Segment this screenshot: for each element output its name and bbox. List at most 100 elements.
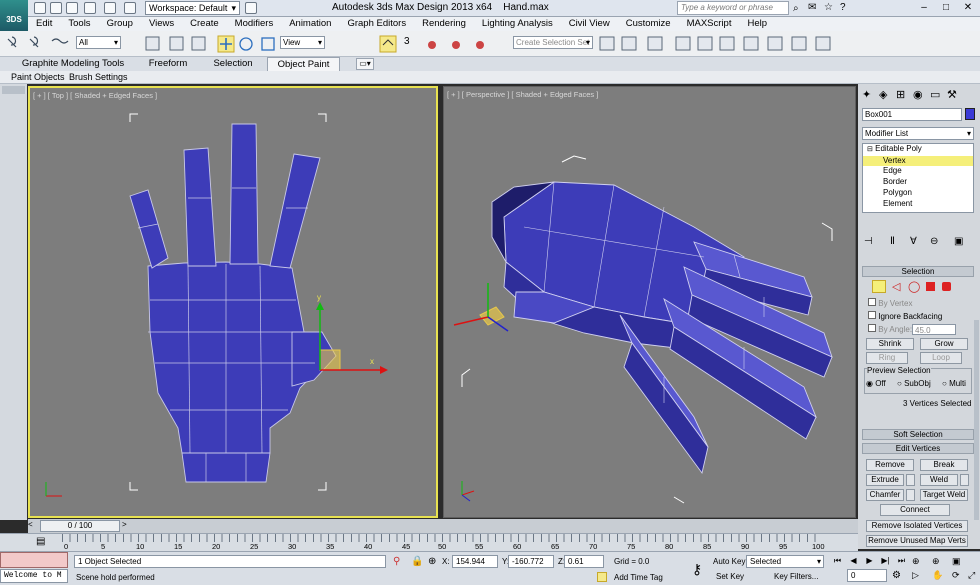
z-coordinate-input[interactable]: 0.61 bbox=[564, 555, 604, 568]
workspace-dropdown[interactable]: Workspace: Default ▾ bbox=[145, 1, 240, 15]
command-panel-scrollbar[interactable] bbox=[974, 320, 979, 520]
welcome-field[interactable]: Welcome to M bbox=[0, 569, 68, 583]
remove-isolated-vertices-button[interactable]: Remove Isolated Vertices bbox=[866, 520, 968, 532]
stack-item-border[interactable]: Border bbox=[863, 177, 973, 188]
menu-customize[interactable]: Customize bbox=[618, 17, 679, 31]
y-coordinate-input[interactable]: -160.772 bbox=[508, 555, 554, 568]
quick-access-menu-icon[interactable] bbox=[245, 2, 257, 14]
remove-modifier-icon[interactable]: ⊖ bbox=[930, 236, 938, 247]
undo-icon[interactable] bbox=[84, 2, 96, 14]
modify-panel-icon[interactable]: ◈ bbox=[879, 88, 894, 102]
stack-item-editable-poly[interactable]: ⊟ Editable Poly bbox=[863, 144, 973, 156]
create-panel-icon[interactable]: ✦ bbox=[862, 88, 877, 102]
preview-off-radio[interactable]: ◉ Off bbox=[866, 379, 886, 389]
time-slider-next[interactable]: > bbox=[122, 520, 132, 532]
preview-subobj-radio[interactable]: ○ SubObj bbox=[897, 379, 931, 389]
tab-object-paint[interactable]: Object Paint bbox=[267, 57, 340, 71]
zoom-all-icon[interactable]: ⊕ bbox=[932, 556, 940, 567]
transform-type-in-icon[interactable]: ⊕ bbox=[428, 556, 436, 567]
set-key-button[interactable]: Set Key bbox=[716, 571, 744, 583]
chamfer-button[interactable]: Chamfer bbox=[866, 489, 904, 501]
polygon-mode-icon[interactable] bbox=[926, 282, 935, 291]
maximize-button[interactable]: □ bbox=[936, 1, 956, 15]
utilities-panel-icon[interactable]: ⚒ bbox=[947, 88, 962, 102]
menu-create[interactable]: Create bbox=[182, 17, 227, 31]
time-slider[interactable] bbox=[28, 519, 858, 533]
target-weld-button[interactable]: Target Weld bbox=[920, 489, 968, 501]
field-of-view-icon[interactable]: ▷ bbox=[912, 570, 919, 581]
weld-button[interactable]: Weld bbox=[920, 474, 958, 486]
subscription-icon[interactable]: ✉ bbox=[808, 2, 816, 13]
remove-unused-map-verts-button[interactable]: Remove Unused Map Verts bbox=[866, 535, 968, 547]
by-angle-input[interactable]: 45.0 bbox=[912, 324, 956, 335]
grow-button[interactable]: Grow bbox=[920, 338, 968, 350]
hierarchy-panel-icon[interactable]: ⊞ bbox=[896, 88, 911, 102]
zoom-extents-icon[interactable]: ▣ bbox=[952, 556, 961, 567]
isolate-selection-icon[interactable]: ⚲ bbox=[393, 556, 400, 567]
go-to-end-icon[interactable]: ⏭ bbox=[896, 556, 907, 566]
communication-icon[interactable]: ☆ bbox=[824, 2, 833, 13]
strip-handle[interactable] bbox=[2, 86, 25, 94]
stack-item-polygon[interactable]: Polygon bbox=[863, 188, 973, 199]
pan-view-icon[interactable]: ✋ bbox=[932, 570, 943, 581]
time-slider-thumb[interactable]: 0 / 100 bbox=[40, 520, 120, 532]
play-icon[interactable]: ▶ bbox=[864, 556, 875, 566]
menu-group[interactable]: Group bbox=[99, 17, 141, 31]
go-to-start-icon[interactable]: ⏮ bbox=[832, 556, 843, 566]
selection-lock-icon[interactable]: 🔒 bbox=[411, 556, 423, 567]
remove-button[interactable]: Remove bbox=[866, 459, 914, 471]
stack-item-vertex[interactable]: Vertex bbox=[863, 155, 973, 167]
project-folder-icon[interactable] bbox=[124, 2, 136, 14]
named-selection-set-input[interactable]: Create Selection Set ▾ bbox=[513, 36, 593, 49]
zoom-icon[interactable]: ⊕ bbox=[912, 556, 920, 567]
chamfer-settings-icon[interactable] bbox=[906, 489, 915, 501]
ignore-backfacing-checkbox[interactable]: Ignore Backfacing bbox=[868, 311, 942, 322]
x-coordinate-input[interactable]: 154.944 bbox=[452, 555, 498, 568]
edge-mode-icon[interactable]: ◁ bbox=[892, 280, 900, 293]
shrink-button[interactable]: Shrink bbox=[866, 338, 914, 350]
display-panel-icon[interactable]: ▭ bbox=[930, 88, 945, 102]
key-mode-dropdown[interactable]: Selected ▾ bbox=[746, 555, 824, 568]
auto-key-button[interactable]: Auto Key bbox=[713, 556, 745, 568]
configure-sets-icon[interactable]: ▣ bbox=[954, 236, 963, 247]
by-vertex-checkbox[interactable]: By Vertex bbox=[868, 298, 912, 309]
menu-views[interactable]: Views bbox=[141, 17, 182, 31]
menu-help[interactable]: Help bbox=[739, 17, 775, 31]
panel-paint-objects[interactable]: Paint Objects bbox=[11, 71, 65, 84]
tab-graphite-modeling-tools[interactable]: Graphite Modeling Tools bbox=[14, 57, 132, 71]
application-logo[interactable]: 3DS bbox=[0, 0, 28, 31]
time-configuration-icon[interactable]: ⚙ bbox=[892, 570, 901, 581]
menu-modifiers[interactable]: Modifiers bbox=[227, 17, 282, 31]
new-file-icon[interactable] bbox=[34, 2, 46, 14]
maximize-viewport-icon[interactable]: ⤢ bbox=[968, 570, 975, 581]
save-file-icon[interactable] bbox=[66, 2, 78, 14]
open-file-icon[interactable] bbox=[50, 2, 62, 14]
add-time-tag-button[interactable]: Add Time Tag bbox=[614, 572, 663, 584]
make-unique-icon[interactable]: ∀ bbox=[910, 236, 917, 247]
loop-button[interactable]: Loop bbox=[920, 352, 962, 364]
redo-icon[interactable] bbox=[104, 2, 116, 14]
close-button[interactable]: ✕ bbox=[958, 1, 978, 15]
minimize-button[interactable]: – bbox=[914, 1, 934, 15]
object-name-field[interactable]: Box001 bbox=[862, 108, 962, 121]
menu-animation[interactable]: Animation bbox=[281, 17, 339, 31]
panel-brush-settings[interactable]: Brush Settings bbox=[69, 71, 128, 84]
tab-freeform[interactable]: Freeform bbox=[137, 57, 199, 71]
show-end-result-icon[interactable]: Ⅱ bbox=[890, 236, 895, 247]
key-filters-button[interactable]: Key Filters... bbox=[774, 571, 818, 583]
menu-graph-editors[interactable]: Graph Editors bbox=[339, 17, 414, 31]
current-frame-input[interactable]: 0 bbox=[847, 569, 887, 582]
extrude-settings-icon[interactable] bbox=[906, 474, 915, 486]
modifier-list-dropdown[interactable]: Modifier List ▾ bbox=[862, 127, 974, 140]
search-icon[interactable]: ⌕ bbox=[793, 3, 799, 14]
menu-civil-view[interactable]: Civil View bbox=[561, 17, 618, 31]
selection-filter-dropdown[interactable]: All ▾ bbox=[76, 36, 121, 49]
time-tag-icon[interactable] bbox=[597, 572, 607, 582]
previous-frame-icon[interactable]: ◀ bbox=[848, 556, 859, 566]
element-mode-icon[interactable] bbox=[942, 282, 951, 291]
stack-item-edge[interactable]: Edge bbox=[863, 166, 973, 177]
reference-coordinate-dropdown[interactable]: View ▾ bbox=[280, 36, 325, 49]
time-slider-prev[interactable]: < bbox=[28, 520, 38, 532]
maxscript-listener-mini[interactable] bbox=[0, 552, 68, 568]
break-button[interactable]: Break bbox=[920, 459, 968, 471]
